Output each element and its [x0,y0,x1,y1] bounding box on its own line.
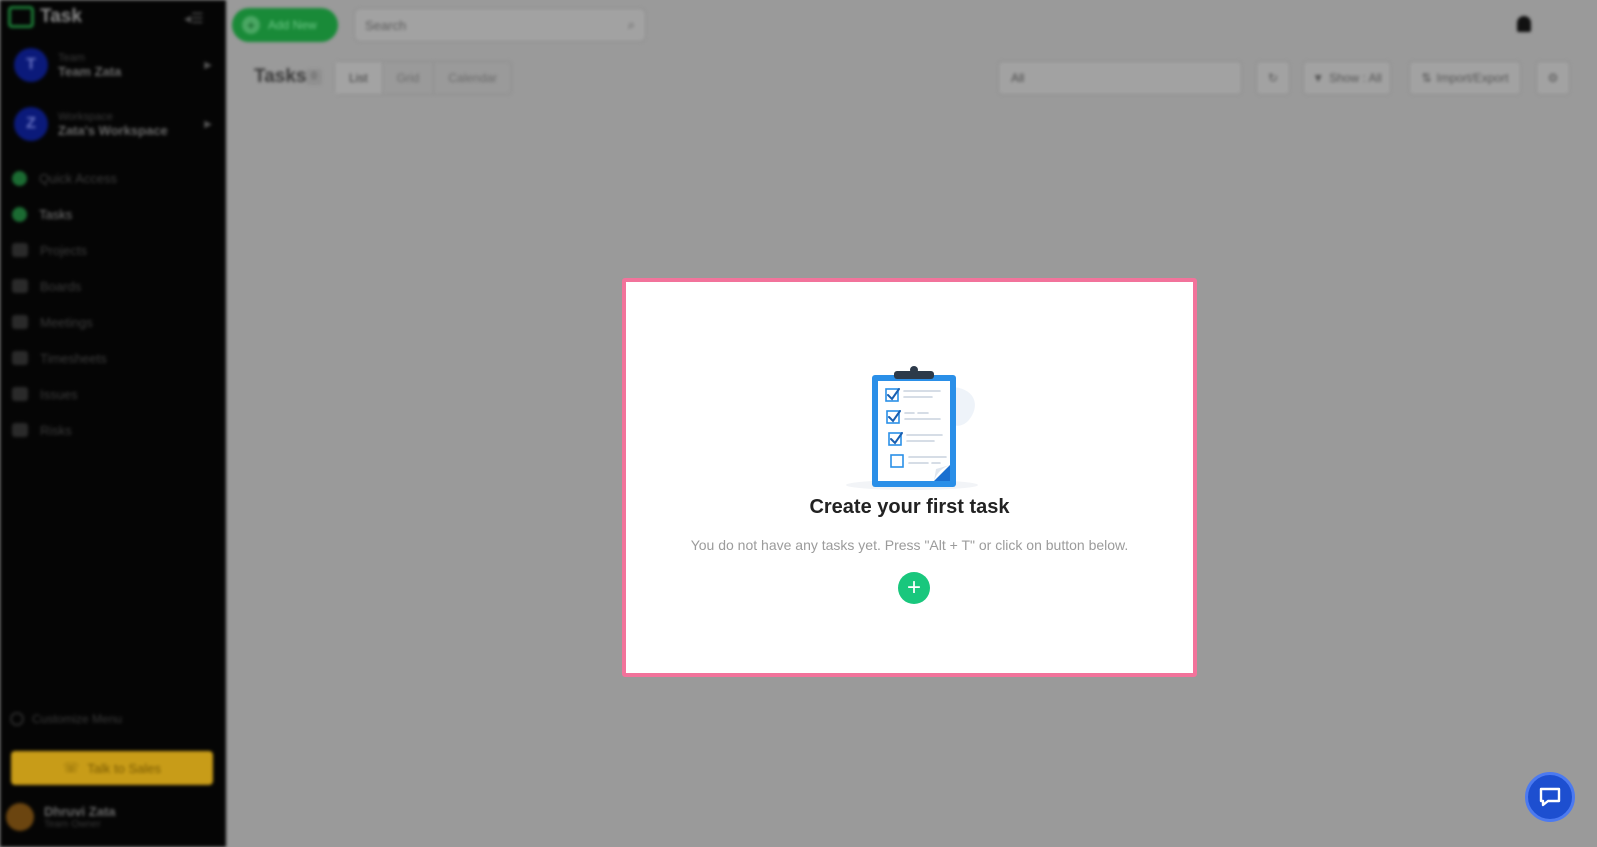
empty-state-subtitle: You do not have any tasks yet. Press "Al… [690,537,1129,553]
clipboard-checklist-icon [846,366,978,490]
chat-support-button[interactable] [1525,772,1575,822]
modal-overlay: Create your first task You do not have a… [0,0,1597,847]
chat-bubble-icon [1539,787,1561,807]
create-task-button[interactable]: + [898,572,930,604]
empty-state-title: Create your first task [809,496,1010,518]
plus-icon: + [906,574,921,601]
empty-state-card: Create your first task You do not have a… [622,278,1197,677]
